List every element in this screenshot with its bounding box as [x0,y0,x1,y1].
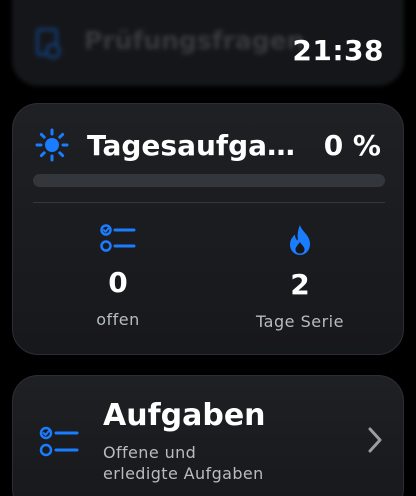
sun-icon [35,128,69,162]
tasks-subtitle: Offene und erledigte Aufgaben [103,442,303,484]
daily-tasks-card[interactable]: Tagesaufga… 0 % 0 offen 2 Tage Serie [12,103,404,355]
tasks-title: Aufgaben [103,398,266,433]
daily-progress-bar [33,174,385,187]
daily-tasks-title: Tagesaufga… [87,129,296,162]
open-tasks-stat: 0 offen [43,224,193,329]
open-tasks-label: offen [96,310,140,329]
chevron-right-icon [368,427,382,453]
document-search-icon [36,28,61,59]
streak-stat: 2 Tage Serie [225,224,375,331]
tasks-nav-card[interactable]: Aufgaben Offene und erledigte Aufgaben [12,375,404,496]
open-tasks-count: 0 [108,266,128,299]
flame-icon [290,225,310,255]
streak-count: 2 [290,268,310,301]
daily-progress-percent: 0 % [323,129,381,162]
checklist-icon [100,224,136,252]
tasks-subtitle-line1: Offene und [103,443,197,462]
checklist-icon [39,426,79,457]
prufungsfragen-title: Prüfungsfragen [84,26,305,55]
watch-screen: Prüfungsfragen 21:38 Tagesaufga… 0 % 0 o… [0,0,416,496]
divider [33,202,385,203]
tasks-subtitle-line2: erledigte Aufgaben [103,464,264,483]
status-time: 21:38 [292,34,384,67]
streak-label: Tage Serie [256,312,344,331]
